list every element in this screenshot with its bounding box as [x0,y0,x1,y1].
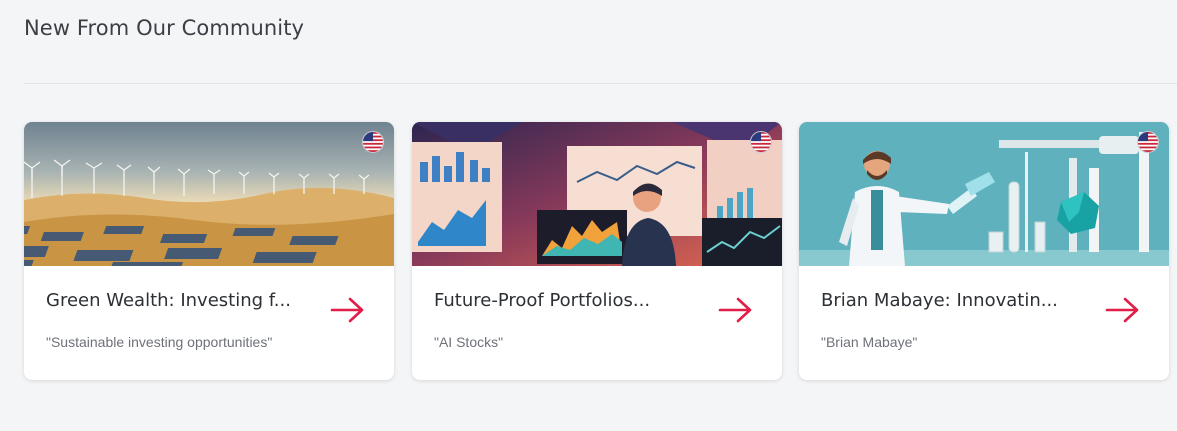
arrow-right-icon[interactable] [718,296,754,324]
us-flag-icon [362,131,384,153]
section-title: New From Our Community [24,16,305,40]
us-flag-icon [750,131,772,153]
card-title[interactable]: Brian Mabaye: Innovatin... [821,290,1091,311]
scientist-lab-image [799,122,1169,266]
section-divider [24,83,1177,84]
arrow-right-icon[interactable] [1105,296,1141,324]
community-card-brian-mabaye[interactable]: Brian Mabaye: Innovatin... "Brian Mabaye… [799,122,1169,380]
card-title[interactable]: Green Wealth: Investing f... [46,290,316,311]
community-card-future-proof[interactable]: Future-Proof Portfolios... "AI Stocks" [412,122,782,380]
community-card-green-wealth[interactable]: Green Wealth: Investing f... "Sustainabl… [24,122,394,380]
trader-with-charts-image [412,122,782,266]
arrow-right-icon[interactable] [330,296,366,324]
us-flag-icon [1137,131,1159,153]
card-subtitle: "AI Stocks" [434,334,504,350]
card-subtitle: "Sustainable investing opportunities" [46,334,273,350]
card-title[interactable]: Future-Proof Portfolios... [434,290,704,311]
wind-farm-solar-desert-image [24,122,394,266]
card-subtitle: "Brian Mabaye" [821,334,918,350]
